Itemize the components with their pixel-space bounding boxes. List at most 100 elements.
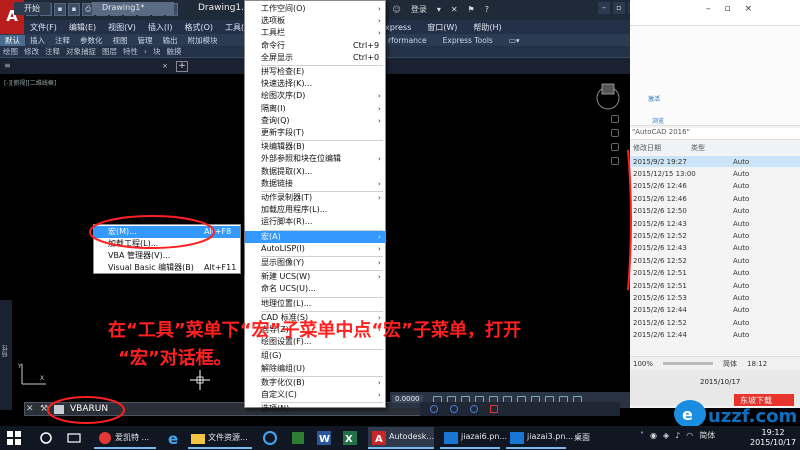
desktop-label[interactable]: 桌面 xyxy=(574,432,590,443)
ribbon-label-browse[interactable]: 浏览 xyxy=(652,116,664,125)
search-circle-icon[interactable] xyxy=(38,430,54,446)
minimize-icon[interactable]: – xyxy=(706,4,711,14)
new-tab-button[interactable]: + xyxy=(176,61,188,72)
table-row[interactable]: 2015/2/6 12:43 Auto xyxy=(630,218,800,229)
tools-menu-item[interactable]: 显示图像(Y) › xyxy=(245,257,385,269)
volume-icon[interactable]: ♪ xyxy=(675,431,680,440)
table-row[interactable]: 2015/2/6 12:46 Auto xyxy=(630,181,800,192)
tools-menu-item[interactable]: 工作空间(O) › xyxy=(245,3,385,15)
tools-menu-item[interactable]: 隔离(I) › xyxy=(245,103,385,115)
menu-icon[interactable]: ≡ xyxy=(4,61,11,70)
zoom-icon[interactable] xyxy=(611,129,619,137)
user-icon[interactable]: ☺ xyxy=(392,5,400,14)
tools-menu-item[interactable]: 组(G) xyxy=(245,350,385,362)
help-icon[interactable]: ? xyxy=(485,5,489,14)
ribbon-tab-output[interactable]: 输出 xyxy=(158,35,183,46)
wifi-icon[interactable]: ◠ xyxy=(686,431,693,440)
explorer-search-label[interactable]: "AutoCAD 2016" xyxy=(630,128,800,140)
ribbon-tab-performance[interactable]: rformance xyxy=(380,36,435,45)
ribbon-toggle-icon[interactable]: ▭▾ xyxy=(501,36,528,45)
table-row[interactable]: 2015/2/6 12:44 Auto xyxy=(630,305,800,316)
tools-menu-item[interactable]: 全屏显示 Ctrl+0 xyxy=(245,52,385,64)
ribbon-tab-default[interactable]: 默认 xyxy=(0,34,25,46)
maximize-icon[interactable]: ▫ xyxy=(725,4,731,14)
macro-menu-item[interactable]: 加载工程(L)... xyxy=(94,238,240,250)
panel-modify[interactable]: 修改 xyxy=(21,46,42,57)
task-view-icon[interactable] xyxy=(66,430,82,446)
ribbon-tab-annotate[interactable]: 注释 xyxy=(50,35,75,46)
tools-menu-item[interactable]: 宏(A) › xyxy=(245,230,385,243)
menu-view[interactable]: 视图(V) xyxy=(102,22,142,33)
tools-menu-item[interactable]: AutoLISP(I) › xyxy=(245,243,385,255)
chevron-down-icon[interactable]: ▾ xyxy=(437,5,441,14)
tools-menu-item[interactable]: 新建 UCS(W) › xyxy=(245,271,385,283)
minimize-icon[interactable]: – xyxy=(598,2,610,14)
network-app-icon[interactable] xyxy=(290,430,306,446)
panel-layers[interactable]: 图层 xyxy=(99,46,120,57)
save-icon[interactable]: ▪ xyxy=(54,3,66,16)
menu-file[interactable]: 文件(F) xyxy=(24,22,63,33)
tools-menu-item[interactable]: 工具栏 › xyxy=(245,27,385,39)
spin-icon[interactable] xyxy=(430,405,438,413)
ribbon-tab-addins[interactable]: 附加模块 xyxy=(183,35,223,46)
table-row[interactable]: 2015/2/6 12:44 Auto xyxy=(630,330,800,341)
a360-icon[interactable]: ⚑ xyxy=(468,5,475,14)
table-row[interactable]: 2015/2/6 12:51 Auto xyxy=(630,268,800,279)
red-x-icon[interactable] xyxy=(490,405,498,413)
table-row[interactable]: 2015/2/6 12:52 Auto xyxy=(630,317,800,328)
viewcube-icon[interactable] xyxy=(594,78,622,110)
macro-menu-item[interactable]: Visual Basic 编辑器(B) Alt+F11 xyxy=(94,262,240,274)
tools-menu-item[interactable]: 选项(N)... xyxy=(245,403,385,415)
pan-icon[interactable] xyxy=(611,115,619,123)
taskbar-clock[interactable]: 19:12 2015/10/17 xyxy=(750,428,796,448)
tools-menu-item[interactable]: 解除编组(U) xyxy=(245,363,385,375)
network-icon[interactable] xyxy=(262,430,278,446)
tools-menu-item[interactable]: 自定义(C) › xyxy=(245,389,385,401)
tools-menu-item[interactable]: 拼写检查(E) xyxy=(245,66,385,78)
tools-menu-item[interactable]: 查询(Q) › xyxy=(245,115,385,127)
chevron-up-icon[interactable]: ˄ xyxy=(640,431,644,440)
slider-track[interactable] xyxy=(663,362,714,365)
tools-menu-item[interactable]: 动作录制器(T) › xyxy=(245,192,385,204)
tools-menu-item[interactable]: 命名 UCS(U)... xyxy=(245,283,385,295)
tools-menu-item[interactable]: 地理位置(L)... xyxy=(245,298,385,310)
tools-menu-item[interactable]: 数据链接 › xyxy=(245,178,385,190)
ie-browser-icon[interactable]: e xyxy=(166,430,182,446)
spin-icon[interactable] xyxy=(450,405,458,413)
maximize-icon[interactable]: ▫ xyxy=(613,2,625,14)
table-row[interactable]: 2015/2/6 12:46 Auto xyxy=(630,193,800,204)
tray-app-icon[interactable]: ◈ xyxy=(663,431,669,440)
tray-app-icon[interactable]: ◉ xyxy=(650,431,657,440)
panel-properties[interactable]: 特性 xyxy=(120,46,141,57)
panel-annotation[interactable]: 注释 xyxy=(42,46,63,57)
table-row[interactable]: 2015/2/6 12:51 Auto xyxy=(630,280,800,291)
save-as-icon[interactable]: ▪ xyxy=(68,3,80,16)
tools-menu-item[interactable]: 绘图次序(D) › xyxy=(245,90,385,102)
close-icon[interactable]: × xyxy=(745,4,753,14)
table-row[interactable]: 2015/2/6 12:52 Auto xyxy=(630,230,800,241)
showmotion-icon[interactable] xyxy=(611,157,619,165)
tools-menu-item[interactable]: 加载应用程序(L)... xyxy=(245,204,385,216)
ribbon-tab-parametric[interactable]: 参数化 xyxy=(75,35,108,46)
tab-start[interactable]: 开始 xyxy=(14,2,50,15)
tools-menu-item[interactable]: 外部参照和块在位编辑 › xyxy=(245,153,385,165)
tab-drawing1[interactable]: Drawing1* xyxy=(92,2,174,15)
tools-menu-item[interactable]: 更新字段(T) xyxy=(245,127,385,139)
panel-draw[interactable]: 绘图 xyxy=(0,46,21,57)
menu-format[interactable]: 格式(O) xyxy=(178,22,219,33)
tools-menu-item[interactable]: 数字化仪(B) › xyxy=(245,377,385,389)
table-row[interactable]: 2015/2/6 12:43 Auto xyxy=(630,243,800,254)
table-row[interactable]: 2015/2/6 12:52 Auto xyxy=(630,255,800,266)
tools-menu-item[interactable]: 块编辑器(B) xyxy=(245,141,385,153)
windows-start-icon[interactable] xyxy=(6,430,22,446)
panel-osnap[interactable]: 对象捕捉 xyxy=(63,46,99,57)
ime-indicator[interactable]: 简体 xyxy=(699,430,715,441)
menu-insert[interactable]: 插入(I) xyxy=(142,22,179,33)
exchange-icon[interactable]: ✕ xyxy=(451,5,458,14)
viewport-controls-label[interactable]: [-][俯视][二维线框] xyxy=(4,78,56,87)
tools-menu-item[interactable]: 命令行 Ctrl+9 xyxy=(245,40,385,52)
tools-menu-item[interactable]: 运行脚本(R)... xyxy=(245,216,385,228)
excel-icon[interactable]: X xyxy=(342,430,358,446)
table-row[interactable]: 2015/2/6 12:50 Auto xyxy=(630,206,800,217)
tools-menu-item[interactable]: 快速选择(K)... xyxy=(245,78,385,90)
